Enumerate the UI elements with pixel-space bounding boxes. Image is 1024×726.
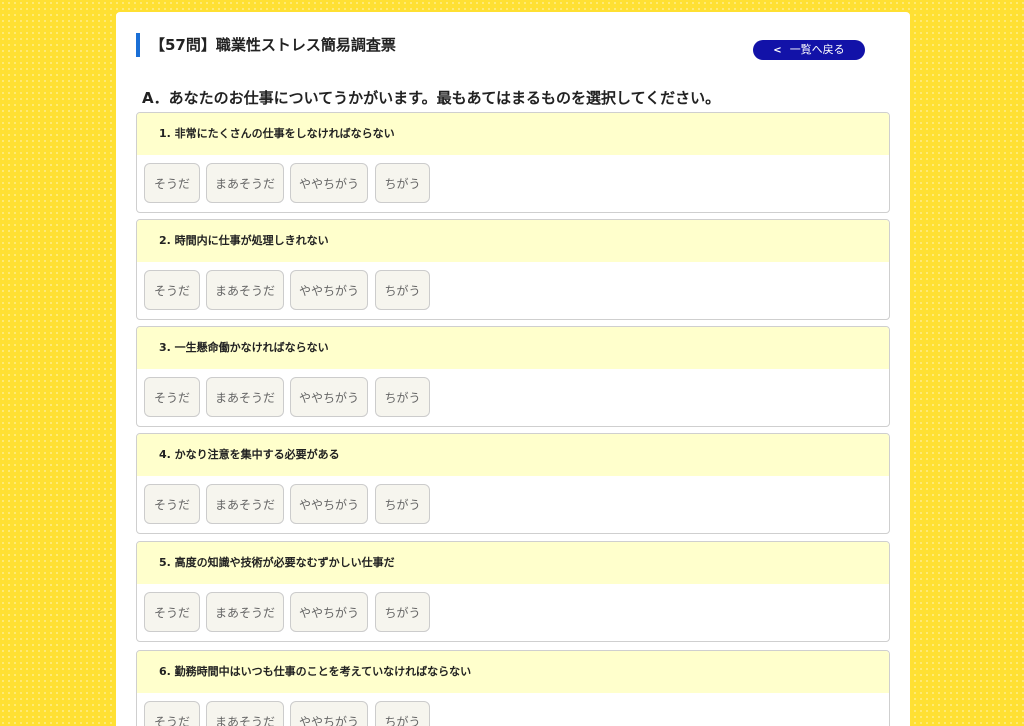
answer-maa-sou-da[interactable]: まあそうだ [206,701,284,726]
page-title: 【57問】職業性ストレス簡易調査票 [136,33,396,57]
answer-options: そうだ まあそうだ ややちがう ちがう [137,262,889,319]
answer-yaya-chigau[interactable]: ややちがう [290,270,368,310]
question-label: 5. 高度の知識や技術が必要なむずかしい仕事だ [137,542,889,584]
answer-maa-sou-da[interactable]: まあそうだ [206,592,284,632]
answer-options: そうだ まあそうだ ややちがう ちがう [137,155,889,212]
answer-sou-da[interactable]: そうだ [144,484,200,524]
answer-chigau[interactable]: ちがう [375,377,430,417]
answer-options: そうだ まあそうだ ややちがう ちがう [137,693,889,726]
answer-chigau[interactable]: ちがう [375,270,430,310]
answer-chigau[interactable]: ちがう [375,163,430,203]
answer-sou-da[interactable]: そうだ [144,270,200,310]
question-3: 3. 一生懸命働かなければならない そうだ まあそうだ ややちがう ちがう [136,326,890,427]
answer-maa-sou-da[interactable]: まあそうだ [206,484,284,524]
answer-sou-da[interactable]: そうだ [144,701,200,726]
answer-yaya-chigau[interactable]: ややちがう [290,701,368,726]
question-label: 4. かなり注意を集中する必要がある [137,434,889,476]
question-1: 1. 非常にたくさんの仕事をしなければならない そうだ まあそうだ ややちがう … [136,112,890,213]
answer-maa-sou-da[interactable]: まあそうだ [206,377,284,417]
answer-sou-da[interactable]: そうだ [144,163,200,203]
question-label: 6. 勤務時間中はいつも仕事のことを考えていなければならない [137,651,889,693]
question-4: 4. かなり注意を集中する必要がある そうだ まあそうだ ややちがう ちがう [136,433,890,534]
answer-options: そうだ まあそうだ ややちがう ちがう [137,584,889,641]
answer-sou-da[interactable]: そうだ [144,592,200,632]
question-2: 2. 時間内に仕事が処理しきれない そうだ まあそうだ ややちがう ちがう [136,219,890,320]
answer-chigau[interactable]: ちがう [375,701,430,726]
question-6: 6. 勤務時間中はいつも仕事のことを考えていなければならない そうだ まあそうだ… [136,650,890,726]
back-to-list-button[interactable]: < 一覧へ戻る [753,40,865,60]
answer-yaya-chigau[interactable]: ややちがう [290,592,368,632]
answer-maa-sou-da[interactable]: まあそうだ [206,270,284,310]
answer-chigau[interactable]: ちがう [375,592,430,632]
questionnaire-card: 【57問】職業性ストレス簡易調査票 < 一覧へ戻る A．あなたのお仕事についてうか… [116,12,910,726]
back-button-label: 一覧へ戻る [789,43,845,56]
answer-yaya-chigau[interactable]: ややちがう [290,484,368,524]
answer-options: そうだ まあそうだ ややちがう ちがう [137,369,889,426]
answer-sou-da[interactable]: そうだ [144,377,200,417]
question-label: 1. 非常にたくさんの仕事をしなければならない [137,113,889,155]
answer-chigau[interactable]: ちがう [375,484,430,524]
chevron-left-icon: < [773,45,782,56]
question-label: 3. 一生懸命働かなければならない [137,327,889,369]
section-heading: A．あなたのお仕事についてうかがいます。最もあてはまるものを選択してください。 [142,89,721,107]
question-5: 5. 高度の知識や技術が必要なむずかしい仕事だ そうだ まあそうだ ややちがう … [136,541,890,642]
answer-options: そうだ まあそうだ ややちがう ちがう [137,476,889,533]
question-label: 2. 時間内に仕事が処理しきれない [137,220,889,262]
answer-yaya-chigau[interactable]: ややちがう [290,163,368,203]
answer-yaya-chigau[interactable]: ややちがう [290,377,368,417]
answer-maa-sou-da[interactable]: まあそうだ [206,163,284,203]
